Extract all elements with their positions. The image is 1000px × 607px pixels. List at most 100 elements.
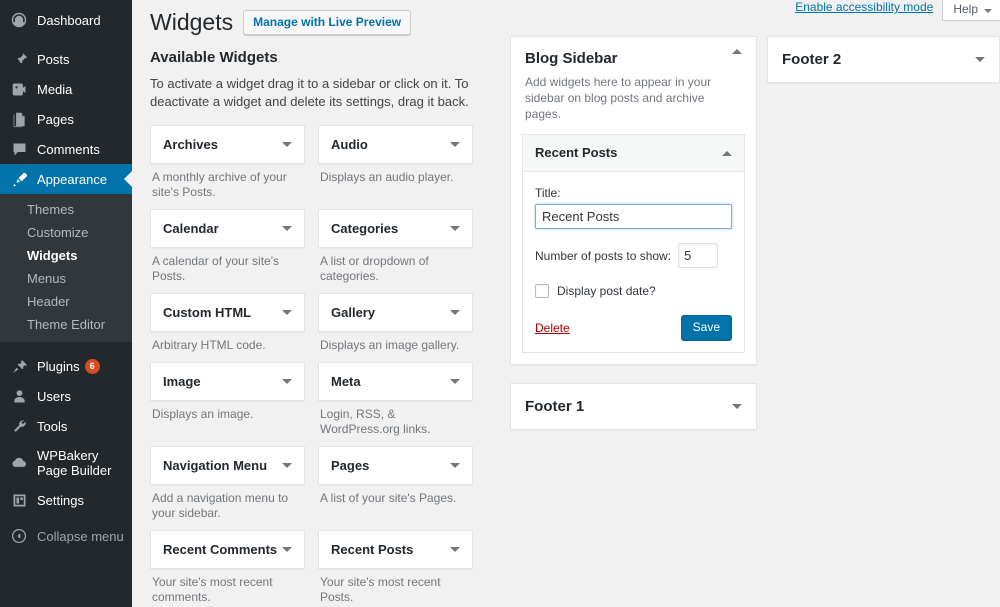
plugins-icon bbox=[9, 356, 29, 376]
enable-accessibility-mode-link[interactable]: Enable accessibility mode bbox=[795, 0, 933, 14]
widget-description: A calendar of your site's Posts. bbox=[152, 254, 280, 283]
sidebar-item-users[interactable]: Users bbox=[0, 381, 132, 411]
sidebar-item-label: Tools bbox=[37, 418, 68, 434]
widget-image[interactable]: Image bbox=[150, 362, 305, 401]
sidebar-item-widgets[interactable]: Widgets bbox=[0, 244, 132, 267]
chevron-up-icon[interactable] bbox=[722, 150, 732, 156]
wpbakery-icon bbox=[9, 453, 29, 473]
chevron-down-icon[interactable] bbox=[732, 404, 742, 409]
manage-with-live-preview-button[interactable]: Manage with Live Preview bbox=[243, 10, 412, 35]
chevron-down-icon[interactable] bbox=[282, 226, 292, 231]
chevron-down-icon[interactable] bbox=[450, 142, 460, 147]
widget-categories[interactable]: Categories bbox=[318, 209, 473, 248]
sidebar-item-label: Comments bbox=[37, 141, 100, 157]
sidebar-item-menus[interactable]: Menus bbox=[0, 267, 132, 290]
sidebar-item-media[interactable]: Media bbox=[0, 74, 132, 104]
blog-sidebar-widgets: Recent Posts Title: Number of posts to s… bbox=[511, 134, 756, 364]
widget-card: Navigation Menu Add a navigation menu to… bbox=[150, 446, 305, 521]
blog-sidebar-header[interactable]: Blog Sidebar bbox=[511, 37, 756, 78]
footer-2-title: Footer 2 bbox=[782, 51, 842, 68]
widget-pages[interactable]: Pages bbox=[318, 446, 473, 485]
display-post-date-row: Display post date? bbox=[535, 283, 732, 299]
chevron-down-icon[interactable] bbox=[282, 379, 292, 384]
sidebar-item-label: Media bbox=[37, 81, 73, 97]
sidebar-item-header[interactable]: Header bbox=[0, 290, 132, 313]
widget-name: Pages bbox=[331, 458, 370, 473]
chevron-down-icon[interactable] bbox=[450, 226, 460, 231]
dashboard-icon bbox=[9, 10, 29, 30]
widget-description: A list of your site's Pages. bbox=[320, 491, 457, 505]
sidebar-item-dashboard[interactable]: Dashboard bbox=[0, 5, 132, 35]
widget-recent-comments[interactable]: Recent Comments bbox=[150, 530, 305, 569]
sidebar-item-tools[interactable]: Tools bbox=[0, 411, 132, 441]
chevron-down-icon[interactable] bbox=[450, 463, 460, 468]
widget-archives[interactable]: Archives bbox=[150, 125, 305, 164]
menu-separator bbox=[0, 342, 132, 351]
widget-custom-html[interactable]: Custom HTML bbox=[150, 293, 305, 332]
sidebar-item-themes[interactable]: Themes bbox=[0, 198, 132, 221]
sidebar-item-appearance[interactable]: Appearance bbox=[0, 164, 132, 194]
number-of-posts-input[interactable] bbox=[678, 243, 719, 268]
chevron-down-icon[interactable] bbox=[282, 142, 292, 147]
help-tab-button[interactable]: Help bbox=[942, 0, 1000, 21]
widget-calendar[interactable]: Calendar bbox=[150, 209, 305, 248]
appearance-submenu: Themes Customize Widgets Menus Header Th… bbox=[0, 194, 132, 342]
widget-card: Recent Posts Your site's most recent Pos… bbox=[318, 530, 473, 605]
widget-gallery[interactable]: Gallery bbox=[318, 293, 473, 332]
chevron-down-icon[interactable] bbox=[450, 310, 460, 315]
sidebars-column: Blog Sidebar Add widgets here to appear … bbox=[510, 36, 757, 430]
sidebar-item-posts[interactable]: Posts bbox=[0, 44, 132, 74]
sidebar-item-label: Appearance bbox=[37, 171, 108, 187]
sidebar-footer-2[interactable]: Footer 2 bbox=[767, 36, 1000, 83]
delete-widget-link[interactable]: Delete bbox=[535, 320, 570, 336]
chevron-up-icon[interactable] bbox=[732, 49, 742, 54]
sidebar-item-label: Settings bbox=[37, 492, 84, 508]
save-widget-button[interactable]: Save bbox=[680, 315, 732, 340]
chevron-down-icon[interactable] bbox=[450, 547, 460, 552]
collapse-menu-button[interactable]: Collapse menu bbox=[0, 521, 132, 551]
widget-description: Add a navigation menu to your sidebar. bbox=[152, 491, 289, 520]
sidebar-item-comments[interactable]: Comments bbox=[0, 134, 132, 164]
widget-meta[interactable]: Meta bbox=[318, 362, 473, 401]
sidebar-item-plugins[interactable]: Plugins 6 bbox=[0, 351, 132, 381]
widget-card: Custom HTML Arbitrary HTML code. bbox=[150, 293, 305, 353]
media-icon bbox=[9, 79, 29, 99]
sidebar-item-settings[interactable]: Settings bbox=[0, 485, 132, 515]
widget-title-input[interactable] bbox=[535, 204, 732, 229]
page-header: Widgets Manage with Live Preview bbox=[150, 8, 412, 37]
widget-card: Audio Displays an audio player. bbox=[318, 125, 473, 200]
placed-widget-form: Title: Number of posts to show: Display … bbox=[523, 172, 744, 352]
sidebar-item-label: Plugins bbox=[37, 358, 80, 374]
chevron-down-icon[interactable] bbox=[282, 547, 292, 552]
chevron-down-icon[interactable] bbox=[282, 463, 292, 468]
chevron-down-icon[interactable] bbox=[282, 310, 292, 315]
sidebar-footer-1[interactable]: Footer 1 bbox=[510, 383, 757, 430]
widget-name: Categories bbox=[331, 221, 399, 236]
blog-sidebar-description: Add widgets here to appear in your sideb… bbox=[525, 75, 712, 121]
display-post-date-checkbox[interactable] bbox=[535, 284, 549, 298]
widget-card: Categories A list or dropdown of categor… bbox=[318, 209, 473, 284]
sidebar-item-customize[interactable]: Customize bbox=[0, 221, 132, 244]
placed-widget-header[interactable]: Recent Posts bbox=[523, 135, 744, 172]
sidebar-item-wpbakery-page-builder[interactable]: WPBakery Page Builder bbox=[0, 441, 132, 485]
chevron-down-icon[interactable] bbox=[975, 57, 985, 62]
appearance-brush-icon bbox=[9, 169, 29, 189]
widget-navigation-menu[interactable]: Navigation Menu bbox=[150, 446, 305, 485]
settings-icon bbox=[9, 490, 29, 510]
display-post-date-label[interactable]: Display post date? bbox=[557, 283, 656, 299]
widget-audio[interactable]: Audio bbox=[318, 125, 473, 164]
widget-name: Navigation Menu bbox=[163, 458, 268, 473]
widget-name: Custom HTML bbox=[163, 305, 252, 320]
page-title: Widgets bbox=[150, 9, 234, 35]
sidebar-blog-sidebar: Blog Sidebar Add widgets here to appear … bbox=[510, 36, 757, 365]
widget-name: Calendar bbox=[163, 221, 219, 236]
available-widgets-heading: Available Widgets bbox=[150, 49, 278, 66]
blog-sidebar-title: Blog Sidebar bbox=[525, 50, 618, 67]
widget-description: Login, RSS, & WordPress.org links. bbox=[320, 407, 431, 436]
widget-name: Gallery bbox=[331, 305, 376, 320]
widget-card: Calendar A calendar of your site's Posts… bbox=[150, 209, 305, 284]
widget-recent-posts[interactable]: Recent Posts bbox=[318, 530, 473, 569]
sidebar-item-theme-editor[interactable]: Theme Editor bbox=[0, 313, 132, 336]
chevron-down-icon[interactable] bbox=[450, 379, 460, 384]
sidebar-item-pages[interactable]: Pages bbox=[0, 104, 132, 134]
